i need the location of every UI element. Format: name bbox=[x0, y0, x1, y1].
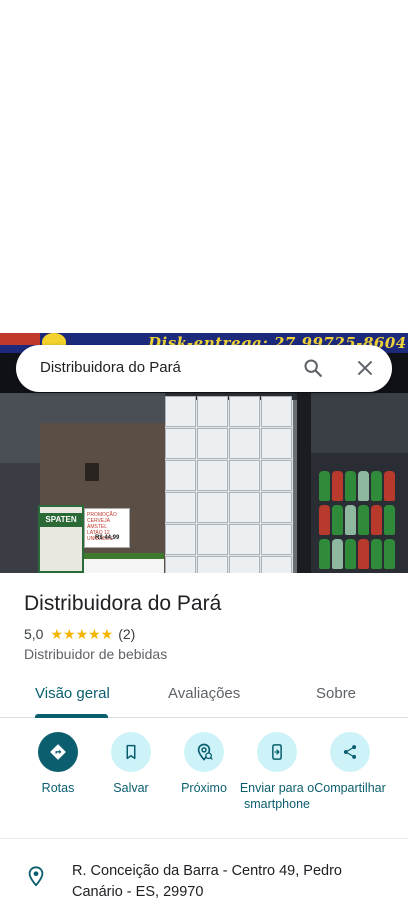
soda-bottle bbox=[345, 505, 356, 535]
soda-bottle bbox=[358, 471, 369, 501]
soda-bottle bbox=[358, 505, 369, 535]
tab-reviews[interactable]: Avaliações bbox=[168, 685, 240, 702]
soda-bottle bbox=[371, 505, 382, 535]
wall-tile bbox=[229, 524, 260, 555]
soda-bottle bbox=[371, 539, 382, 569]
wall-tile bbox=[261, 428, 292, 459]
search-icon[interactable] bbox=[302, 357, 324, 379]
send-to-phone-button[interactable]: Enviar para o smartphone bbox=[237, 732, 317, 812]
directions-icon bbox=[38, 732, 78, 772]
send-to-phone-icon bbox=[257, 732, 297, 772]
soda-bottle bbox=[371, 471, 382, 501]
rating-value: 5,0 bbox=[24, 626, 44, 642]
place-title: Distribuidora do Pará bbox=[24, 592, 222, 615]
wall-tile bbox=[229, 396, 260, 427]
soda-bottle bbox=[345, 471, 356, 501]
wall-tile bbox=[165, 460, 196, 491]
bookmark-icon bbox=[111, 732, 151, 772]
wall-tile bbox=[229, 492, 260, 523]
wall-tile bbox=[229, 556, 260, 573]
wall-tile bbox=[197, 556, 228, 573]
address-text[interactable]: R. Conceição da Barra - Centro 49, Pedro… bbox=[72, 861, 372, 903]
review-count[interactable]: (2) bbox=[118, 626, 135, 642]
wall-tile bbox=[229, 428, 260, 459]
save-label: Salvar bbox=[113, 781, 149, 795]
wall-tile bbox=[197, 524, 228, 555]
tiled-wall bbox=[165, 396, 297, 573]
nearby-button[interactable]: Próximo bbox=[164, 732, 244, 796]
nearby-icon bbox=[184, 732, 224, 772]
wall-tile bbox=[261, 524, 292, 555]
wall-tile bbox=[261, 460, 292, 491]
soda-bottle bbox=[332, 539, 343, 569]
wall-tile bbox=[197, 428, 228, 459]
soda-bottle bbox=[345, 539, 356, 569]
wall-tile bbox=[229, 460, 260, 491]
share-icon bbox=[330, 732, 370, 772]
store-window: SPATEN PROMOÇÃO CERVEJA AMSTEL LATAO 12 UN… bbox=[0, 393, 165, 573]
share-button[interactable]: Compartilhar bbox=[310, 732, 390, 796]
soda-bottle bbox=[384, 471, 395, 501]
wall-tile bbox=[165, 428, 196, 459]
wall-tile bbox=[165, 556, 196, 573]
wall-tile bbox=[261, 492, 292, 523]
close-icon[interactable] bbox=[354, 357, 376, 379]
soda-bottle bbox=[384, 539, 395, 569]
wall-tile bbox=[165, 524, 196, 555]
search-bar[interactable]: Distribuidora do Pará bbox=[16, 345, 392, 392]
soda-bottle bbox=[332, 505, 343, 535]
rating-stars-icon: ★★★★★ bbox=[50, 625, 114, 642]
wall-tile bbox=[165, 396, 196, 427]
soda-bottle bbox=[358, 539, 369, 569]
nearby-label: Próximo bbox=[181, 781, 227, 795]
soda-bottle bbox=[332, 471, 343, 501]
wall-tile bbox=[261, 556, 292, 573]
wall-tile bbox=[197, 396, 228, 427]
wall-tile bbox=[165, 492, 196, 523]
wall-tile bbox=[197, 492, 228, 523]
directions-button[interactable]: Rotas bbox=[18, 732, 98, 796]
rating-row[interactable]: 5,0 ★★★★★ (2) bbox=[24, 625, 135, 643]
soda-bottle bbox=[319, 505, 330, 535]
save-button[interactable]: Salvar bbox=[91, 732, 171, 796]
location-pin-icon bbox=[25, 864, 47, 888]
soda-bottle bbox=[319, 539, 330, 569]
directions-label: Rotas bbox=[41, 781, 75, 795]
tab-about[interactable]: Sobre bbox=[316, 685, 356, 702]
place-tabs: Visão geral Avaliações Sobre bbox=[0, 672, 408, 718]
wall-tile bbox=[197, 460, 228, 491]
map-blank-area bbox=[0, 0, 408, 333]
soda-bottle bbox=[384, 505, 395, 535]
wall-tile bbox=[261, 396, 292, 427]
drinks-shelf bbox=[297, 393, 408, 573]
search-input[interactable]: Distribuidora do Pará bbox=[40, 359, 181, 376]
active-tab-indicator bbox=[35, 714, 108, 718]
share-label: Compartilhar bbox=[314, 781, 386, 795]
tab-overview[interactable]: Visão geral bbox=[35, 685, 110, 702]
place-category[interactable]: Distribuidor de bebidas bbox=[24, 646, 167, 662]
divider bbox=[0, 838, 408, 839]
send-to-phone-label: Enviar para o smartphone bbox=[239, 781, 315, 811]
soda-bottle bbox=[319, 471, 330, 501]
